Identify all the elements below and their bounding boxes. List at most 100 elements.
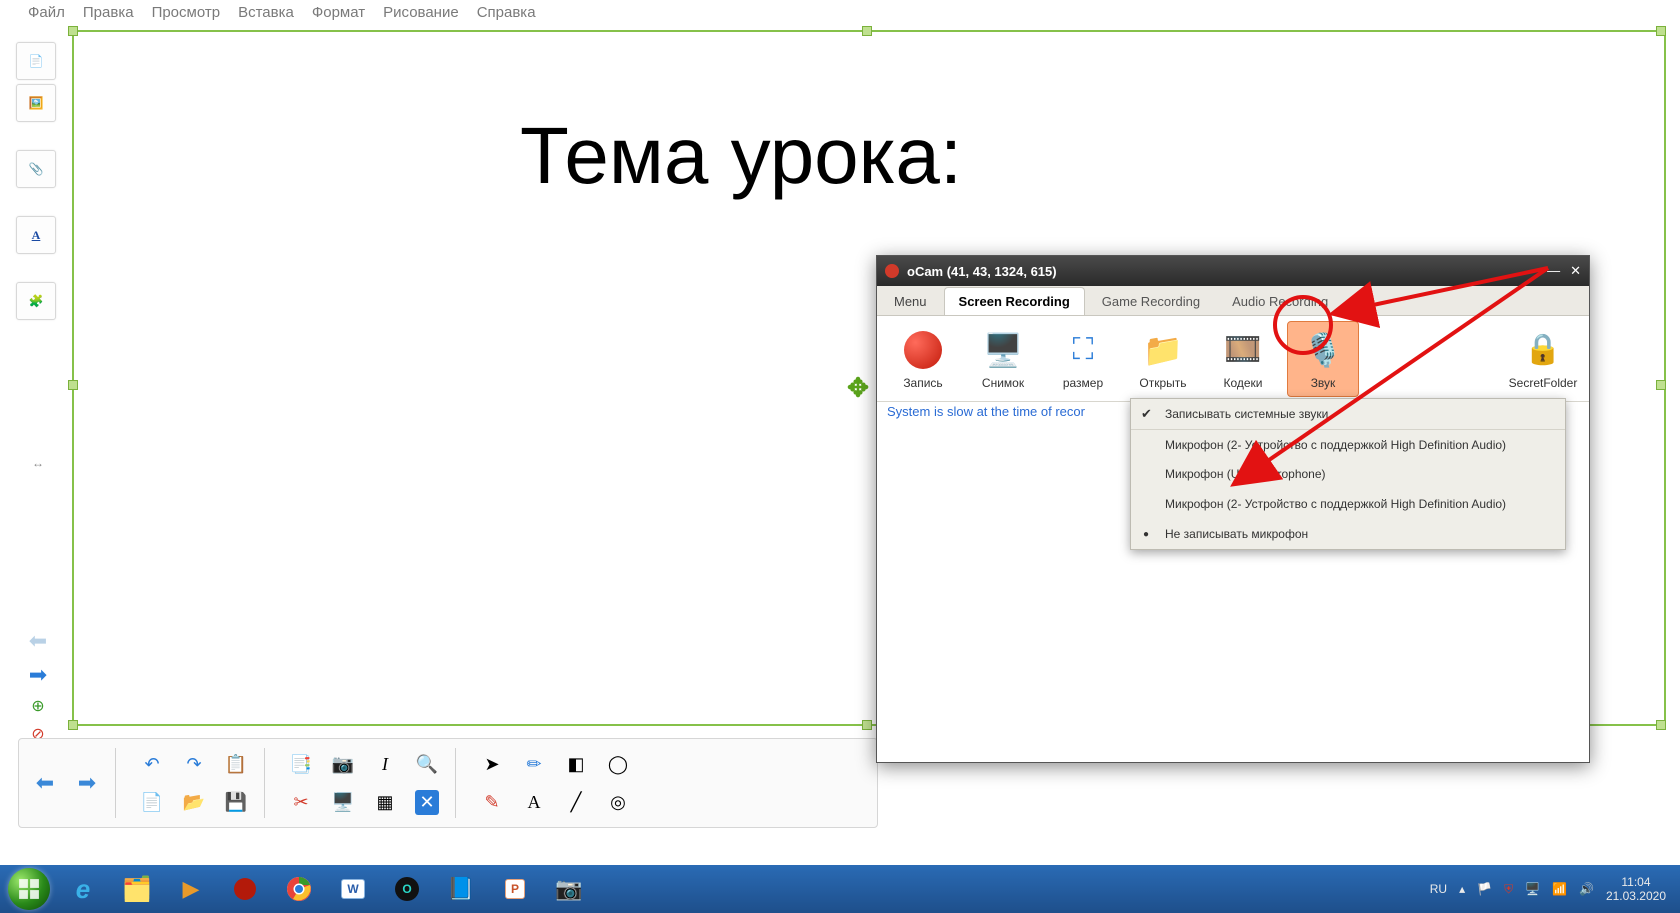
save-button[interactable]: 💾 — [218, 785, 254, 819]
ocam-resize-label: размер — [1063, 376, 1103, 390]
menu-no-mic[interactable]: Не записывать микрофон — [1131, 519, 1565, 549]
forward-arrow-icon[interactable]: ➡ — [29, 662, 47, 688]
ocam-sound-label: Звук — [1311, 376, 1336, 390]
ocam-tab-screen[interactable]: Screen Recording — [944, 287, 1085, 315]
taskbar-ie[interactable]: e — [58, 870, 108, 908]
taskbar-record-app[interactable] — [220, 870, 270, 908]
cut-button[interactable]: ✂ — [283, 785, 319, 819]
screen-button[interactable]: 🖥️ — [325, 785, 361, 819]
back-arrow-icon[interactable]: ⬅ — [29, 628, 47, 654]
ocam-open-button[interactable]: 📁 Открыть — [1127, 321, 1199, 397]
selection-handle[interactable] — [68, 26, 78, 36]
new-doc-button[interactable]: 📄 — [16, 42, 56, 80]
taskbar-word[interactable]: W — [328, 870, 378, 908]
redo-button[interactable]: ↷ — [176, 747, 212, 781]
menu-mic-usb[interactable]: Микрофон (USB Microphone) — [1131, 459, 1565, 489]
ocam-secretfolder-button[interactable]: 🔒 SecretFolder — [1507, 321, 1579, 397]
folder-icon: 🗂️ — [122, 875, 152, 904]
pen-button[interactable]: ✎ — [474, 785, 510, 819]
menu-help[interactable]: Справка — [477, 4, 536, 26]
open-button[interactable]: 📂 — [176, 785, 212, 819]
ocam-titlebar[interactable]: oCam (41, 43, 1324, 615) — ✕ — [877, 256, 1589, 286]
close-button[interactable]: ✕ — [1570, 263, 1581, 279]
menu-view[interactable]: Просмотр — [152, 4, 221, 26]
menu-file[interactable]: Файл — [28, 4, 65, 26]
menu-system-sounds[interactable]: Записывать системные звуки — [1131, 399, 1565, 429]
taskbar-media[interactable]: ▶ — [166, 870, 216, 908]
selection-handle[interactable] — [862, 720, 872, 730]
ocam-tab-menu[interactable]: Menu — [879, 287, 942, 315]
tray-up-icon[interactable]: ▴ — [1459, 882, 1465, 896]
eraser-button[interactable]: ◧ — [558, 747, 594, 781]
ocam-tab-audio[interactable]: Audio Recording — [1217, 287, 1343, 315]
undo-button[interactable]: ↶ — [134, 747, 170, 781]
taskbar-ocam[interactable]: O — [382, 870, 432, 908]
nav-next-button[interactable]: ➡ — [69, 765, 105, 801]
scissors-icon: ✂ — [293, 792, 308, 813]
text-button[interactable]: I — [367, 747, 403, 781]
close-tool-button[interactable]: ✕ — [409, 785, 445, 819]
line-icon: ╱ — [571, 792, 582, 813]
selection-handle[interactable] — [68, 380, 78, 390]
taskbar-clock[interactable]: 11:04 21.03.2020 — [1606, 875, 1666, 904]
monitor-icon: 🖥️ — [983, 331, 1023, 369]
attach-button[interactable]: 📎 — [16, 150, 56, 188]
minimize-button[interactable]: — — [1547, 263, 1560, 279]
clear-button[interactable]: ◎ — [600, 785, 636, 819]
selection-handle[interactable] — [68, 720, 78, 730]
menu-insert[interactable]: Вставка — [238, 4, 294, 26]
microphone-icon: 🎙️ — [1303, 331, 1343, 369]
folder-icon: 📁 — [1143, 331, 1183, 369]
shape-button[interactable]: ◯ — [600, 747, 636, 781]
taskbar-camera[interactable]: 📷 — [544, 870, 594, 908]
text-a-button[interactable]: A — [516, 785, 552, 819]
ocam-codecs-button[interactable]: 🎞️ Кодеки — [1207, 321, 1279, 397]
paste-button[interactable]: 📋 — [218, 747, 254, 781]
ocam-title: oCam (41, 43, 1324, 615) — [907, 264, 1057, 279]
menu-format[interactable]: Формат — [312, 4, 365, 26]
side-toolbar: 📄 🖼️ 📎 A 🧩 ↔ ⬅ ➡ ⊕ ⊘ — [16, 42, 60, 746]
find-button[interactable]: 🔍 — [409, 747, 445, 781]
selection-handle[interactable] — [1656, 720, 1666, 730]
ocam-capture-button[interactable]: 🖥️ Снимок — [967, 321, 1039, 397]
tray-volume-icon[interactable]: 🔊 — [1579, 882, 1594, 896]
ocam-tab-game[interactable]: Game Recording — [1087, 287, 1215, 315]
resize-handle-icon[interactable]: ↔ — [32, 456, 44, 470]
ocam-resize-button[interactable]: ⛶ размер — [1047, 321, 1119, 397]
selection-handle[interactable] — [1656, 380, 1666, 390]
tray-flag-icon[interactable]: 🏳️ — [1477, 882, 1492, 896]
tray-network-icon[interactable]: 📶 — [1552, 882, 1567, 896]
ocam-codecs-label: Кодеки — [1223, 376, 1262, 390]
pointer-button[interactable]: ➤ — [474, 747, 510, 781]
selection-handle[interactable] — [1656, 26, 1666, 36]
arrow-right-icon: ➡ — [78, 770, 96, 796]
text-format-button[interactable]: A — [16, 216, 56, 254]
camera-button[interactable]: 📷 — [325, 747, 361, 781]
menu-edit[interactable]: Правка — [83, 4, 134, 26]
nav-prev-button[interactable]: ⬅ — [27, 765, 63, 801]
taskbar-chrome[interactable] — [274, 870, 324, 908]
taskbar-powerpoint[interactable]: P — [490, 870, 540, 908]
language-indicator[interactable]: RU — [1430, 882, 1447, 896]
ocam-sound-button[interactable]: 🎙️ Звук — [1287, 321, 1359, 397]
new-button[interactable]: 📄 — [134, 785, 170, 819]
taskbar-notebook[interactable]: 📘 — [436, 870, 486, 908]
page-icon: 📄 — [29, 54, 44, 68]
selection-handle[interactable] — [862, 26, 872, 36]
ocam-record-button[interactable]: Запись — [887, 321, 959, 397]
tray-shield-icon[interactable]: ⛨ — [1504, 882, 1513, 897]
menu-draw[interactable]: Рисование — [383, 4, 459, 26]
copy-button[interactable]: 📑 — [283, 747, 319, 781]
plugin-button[interactable]: 🧩 — [16, 282, 56, 320]
add-page-icon[interactable]: ⊕ — [31, 696, 44, 716]
marker-button[interactable]: ✏ — [516, 747, 552, 781]
taskbar-explorer[interactable]: 🗂️ — [112, 870, 162, 908]
start-button[interactable] — [8, 868, 50, 910]
menu-mic-hd-1[interactable]: Микрофон (2- Устройство с поддержкой Hig… — [1131, 429, 1565, 459]
line-button[interactable]: ╱ — [558, 785, 594, 819]
menu-mic-hd-2[interactable]: Микрофон (2- Устройство с поддержкой Hig… — [1131, 489, 1565, 519]
tray-monitor-icon[interactable]: 🖥️ — [1525, 882, 1540, 896]
grid-button[interactable]: ▦ — [367, 785, 403, 819]
resize-icon: ⛶ — [1073, 333, 1094, 367]
insert-image-button[interactable]: 🖼️ — [16, 84, 56, 122]
